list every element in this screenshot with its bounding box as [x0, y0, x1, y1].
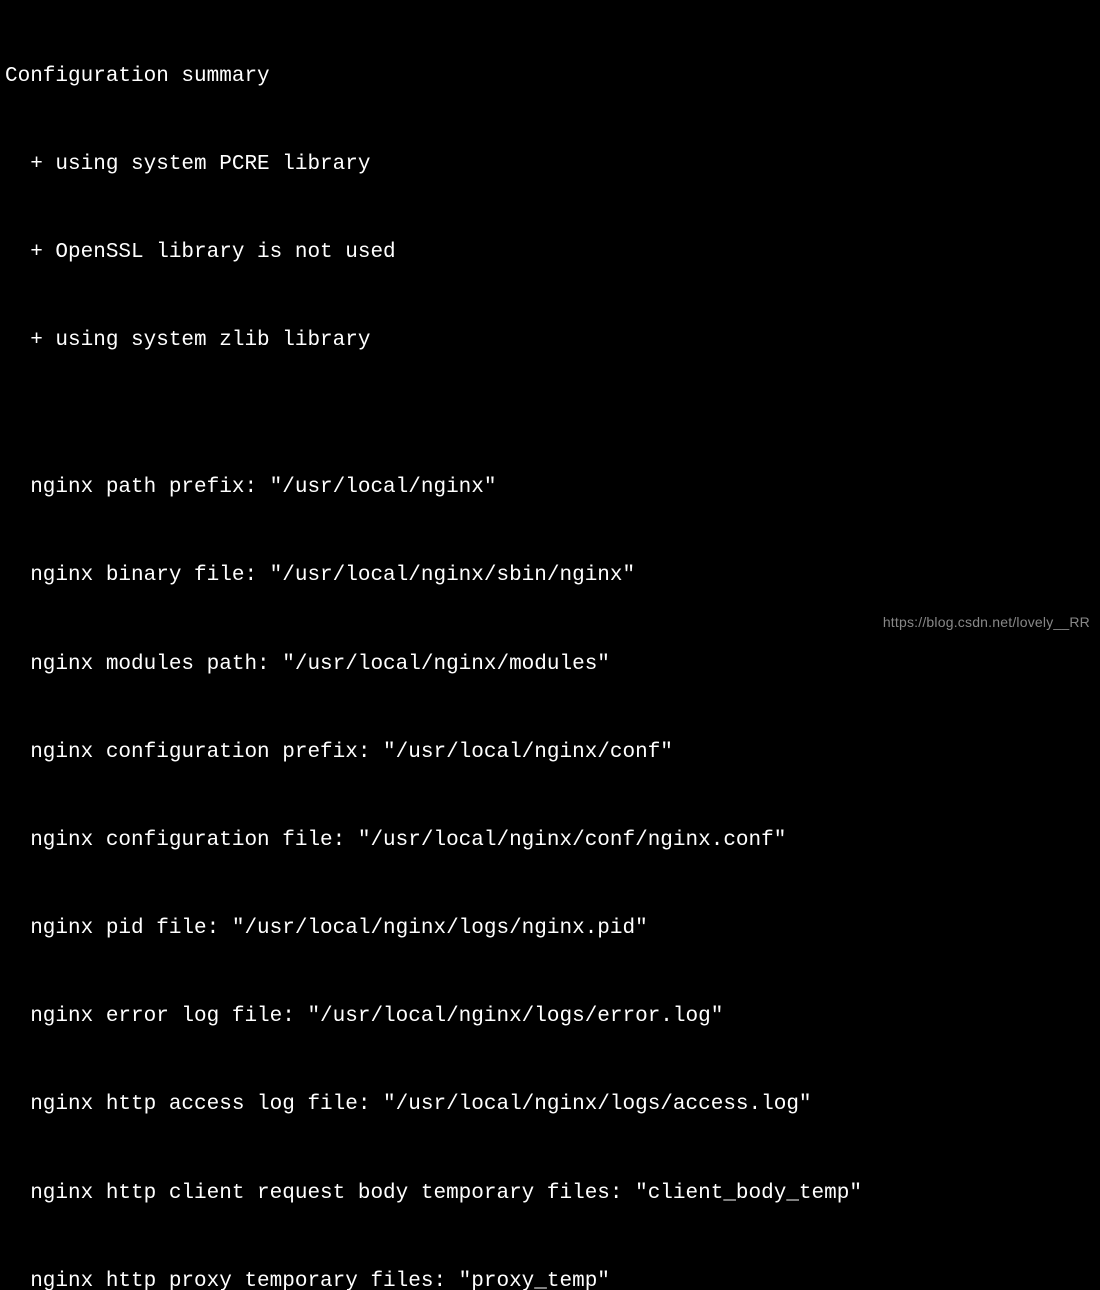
terminal-output[interactable]: Configuration summary + using system PCR… — [5, 3, 1095, 1290]
config-bullet-line: + OpenSSL library is not used — [5, 238, 1095, 267]
config-path-line: nginx http proxy temporary files: "proxy… — [5, 1267, 1095, 1290]
config-path-line: nginx configuration prefix: "/usr/local/… — [5, 738, 1095, 767]
config-path-line: nginx path prefix: "/usr/local/nginx" — [5, 473, 1095, 502]
config-path-line: nginx modules path: "/usr/local/nginx/mo… — [5, 650, 1095, 679]
config-path-line: nginx pid file: "/usr/local/nginx/logs/n… — [5, 914, 1095, 943]
config-path-line: nginx error log file: "/usr/local/nginx/… — [5, 1002, 1095, 1031]
config-path-line: nginx http client request body temporary… — [5, 1179, 1095, 1208]
config-path-line: nginx configuration file: "/usr/local/ng… — [5, 826, 1095, 855]
config-path-line: nginx binary file: "/usr/local/nginx/sbi… — [5, 561, 1095, 590]
config-summary-header: Configuration summary — [5, 62, 1095, 91]
config-path-line: nginx http access log file: "/usr/local/… — [5, 1090, 1095, 1119]
config-bullet-line: + using system zlib library — [5, 326, 1095, 355]
config-bullet-line: + using system PCRE library — [5, 150, 1095, 179]
watermark-text: https://blog.csdn.net/lovely__RR — [883, 613, 1090, 633]
